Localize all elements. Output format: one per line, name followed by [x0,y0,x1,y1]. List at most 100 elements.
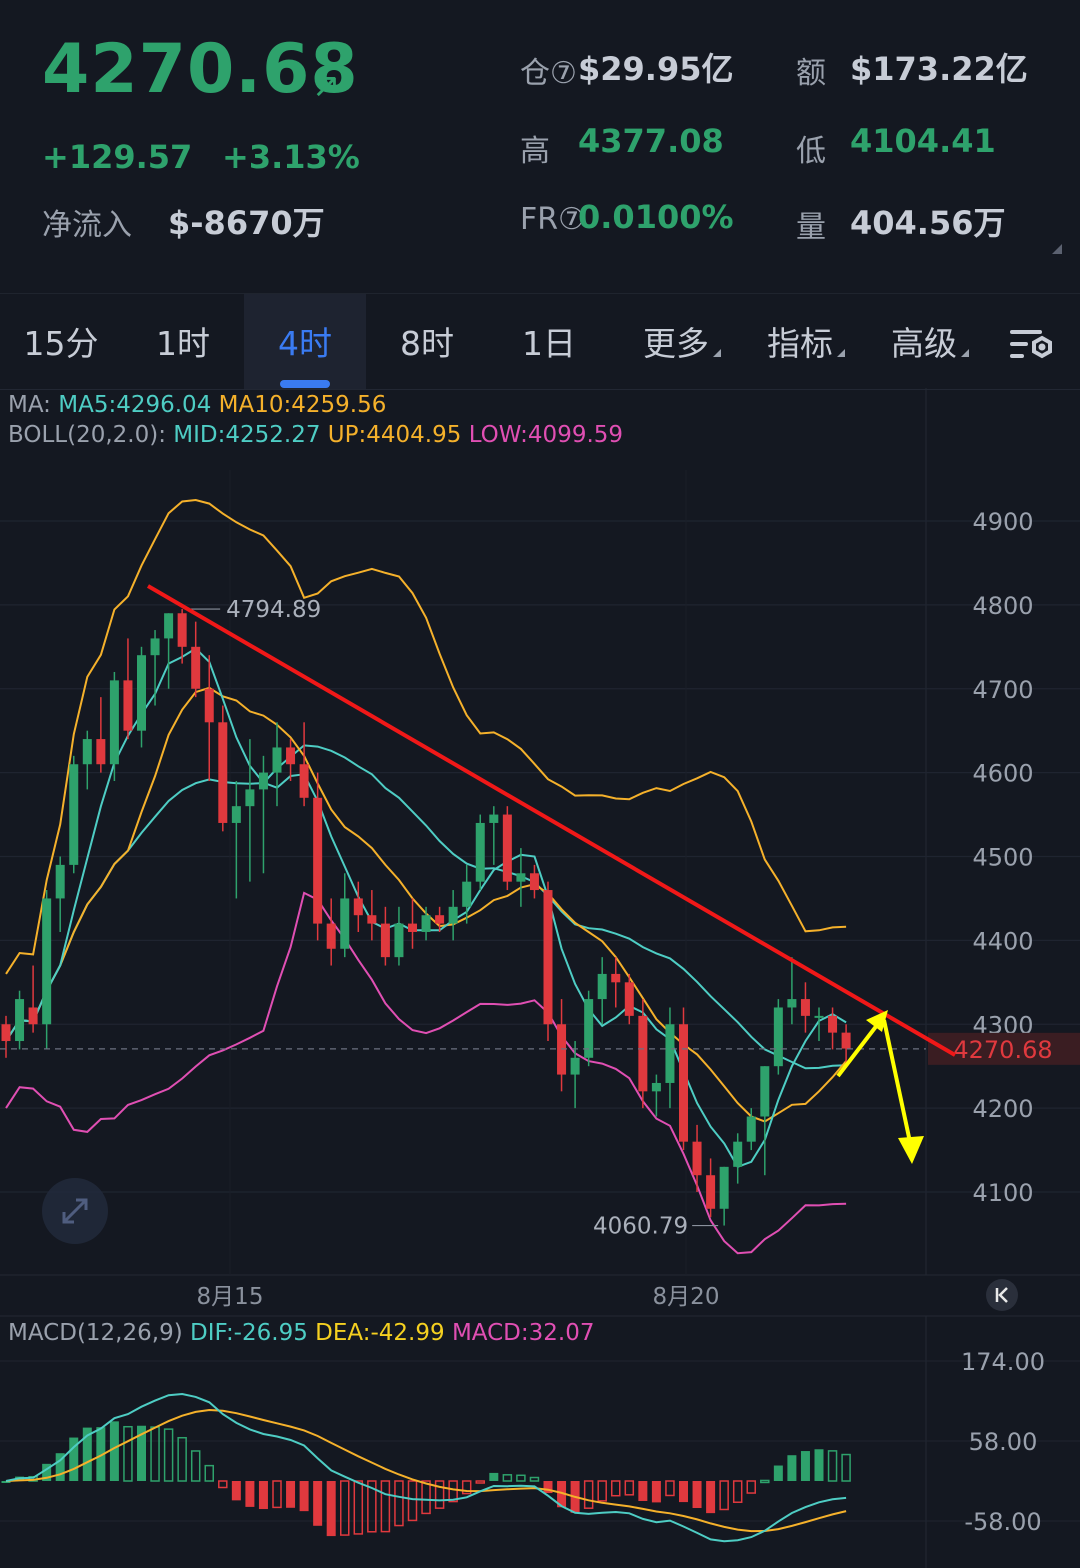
candle-body [408,923,417,932]
candle-body [516,873,526,882]
macd-histogram-bar [163,1428,174,1482]
macd-histogram-bar [475,1480,485,1484]
macd-tick-label: -58.00 [964,1508,1041,1536]
price-tick-label: 4600 [972,760,1033,788]
candle-body [204,688,214,723]
candle-body [557,1024,567,1075]
yellow-arrow-up [836,1014,886,1078]
tab-indicators[interactable]: 指标 [744,294,868,389]
macd-legend[interactable]: MACD(12,26,9) DIF:-26.95 DEA:-42.99 MACD… [8,1320,594,1346]
candle-body [313,797,323,924]
candle-body [272,747,282,773]
tab-8h[interactable]: 8时 [366,294,488,389]
min-price-label: 4060.79 [593,1214,688,1240]
candle-body [421,915,431,932]
tab-advanced-label: 高级 [891,324,957,363]
candle-body [326,923,336,949]
bollinger-bands [5,498,847,1255]
tab-more[interactable]: 更多 [620,294,744,389]
yellow-arrowhead [898,1136,924,1164]
tab-1d[interactable]: 1日 [488,294,610,389]
trendline [146,584,957,1057]
macd-histogram-bar [15,1476,25,1481]
candle-body [191,646,201,689]
yellow-arrowhead [866,1010,888,1032]
interval-tabbar: 15分 1时 4时 8时 1日 更多 指标 高级 [0,293,1080,390]
boll-upper-line [5,498,847,975]
macd-histogram-bar [313,1481,323,1526]
macd-histogram-bar [96,1427,106,1481]
macd-histogram-bar [42,1463,52,1481]
candle-body [394,923,404,958]
macd-histogram-bar [489,1472,499,1481]
funding-rate-label[interactable]: FR⑦ [520,202,585,237]
candle-body [55,864,65,899]
candle-body [353,898,363,916]
candle-body [584,999,594,1058]
tab-1h[interactable]: 1时 [122,294,244,389]
macd-histogram-bar [190,1450,201,1482]
price-tick-label: 4700 [972,676,1033,704]
fullscreen-button[interactable] [42,1178,108,1244]
chart-grid [0,388,1080,1568]
macd-histogram-bar [1,1481,11,1483]
macd-histogram-bar [82,1427,92,1481]
macd-histogram-bar [231,1481,241,1501]
macd-histogram-bar [502,1474,513,1482]
macd-histogram-bar [570,1481,580,1513]
volume-label: 量 [796,210,826,245]
macd-histogram-bar [204,1464,214,1482]
price-tick-label: 4800 [972,592,1033,620]
macd-histogram-bar [692,1481,702,1509]
ma-prefix: MA: [8,392,51,418]
candle-body [787,999,797,1008]
macd-histogram-bar [665,1480,675,1497]
macd-histogram-bar [841,1453,851,1482]
candle-body [719,1166,729,1209]
macd-dif-value: DIF:-26.95 [190,1320,308,1346]
candle-body [638,1015,648,1092]
macd-histogram-bar [760,1479,770,1484]
tab-4h[interactable]: 4时 [244,294,366,389]
candle-body [746,1116,756,1142]
candle-body [760,1066,770,1117]
candle-body [502,814,512,882]
open-interest-label[interactable]: 仓⑦ [520,48,577,92]
candle-body [435,915,445,924]
ma-legend[interactable]: MA: MA5:4296.04 MA10:4259.56 [8,392,386,418]
candle-body [123,680,133,731]
candle-body [231,806,241,823]
candle-body [624,982,634,1016]
ma10-value: MA10:4259.56 [218,392,387,418]
candle-body [380,923,390,958]
macd-histogram-bar [679,1481,688,1503]
macd-histogram-bar [787,1455,797,1481]
candle-body [651,1082,661,1092]
candle-body [218,722,228,823]
boll-legend[interactable]: BOLL(20,2.0): MID:4252.27 UP:4404.95 LOW… [8,422,623,448]
macd-histogram-bar [557,1481,567,1508]
macd-histogram-bar [258,1481,268,1510]
dropdown-corner-icon [713,349,721,357]
candle-body [489,814,499,823]
candle-body [828,1015,838,1033]
macd-histogram-bar [516,1474,526,1482]
tab-advanced[interactable]: 高级 [868,294,992,389]
macd-histogram-bar [773,1465,783,1481]
chart-settings-button[interactable] [996,294,1066,389]
expand-corner-icon[interactable] [1052,244,1062,254]
macd-histogram-bar [137,1425,146,1481]
tab-indicators-label: 指标 [767,324,833,363]
tab-15m[interactable]: 15分 [0,294,122,389]
candle-body [692,1141,702,1176]
macd-histogram-bar [746,1480,756,1494]
price-tick-label: 4900 [972,508,1033,536]
current-price-label: 4270.68 [953,1036,1052,1064]
macd-histogram-bar [583,1480,594,1509]
candle-body [611,973,621,983]
macd-histogram-bar [353,1480,364,1535]
reset-chart-button[interactable] [986,1279,1018,1311]
low-value: 4104.41 [850,122,996,160]
macd-histogram-bar [434,1480,445,1509]
max-price-label: 4794.89 [226,597,321,623]
